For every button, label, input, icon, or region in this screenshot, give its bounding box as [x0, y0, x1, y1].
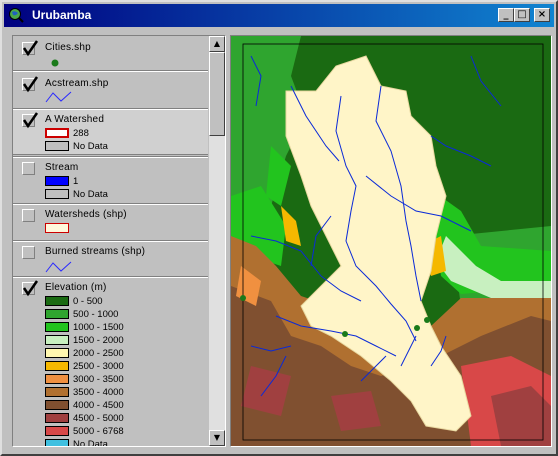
legend-label: 3500 - 4000 [73, 387, 124, 398]
scroll-down-button[interactable]: ▼ [209, 430, 225, 446]
legend-label: No Data [73, 141, 108, 152]
layer-name: Elevation (m) [45, 282, 107, 293]
layer-checkbox[interactable] [22, 280, 39, 297]
layer-stream[interactable]: Stream 1 No Data [13, 158, 208, 202]
scroll-thumb[interactable] [209, 52, 225, 136]
globe-icon [9, 8, 24, 23]
minimize-button[interactable]: _ [498, 8, 514, 22]
legend-swatch [45, 309, 69, 319]
legend-label: 4500 - 5000 [73, 413, 124, 424]
divider [13, 70, 208, 72]
legend-swatch [45, 413, 69, 423]
layer-burned-streams[interactable]: Burned streams (shp) [13, 242, 208, 276]
legend-list: Cities.shp Acstream.shp A Watershed 288 … [13, 36, 208, 446]
checkmark-icon [22, 40, 39, 57]
legend-swatch [45, 176, 69, 186]
legend-label: 2500 - 3000 [73, 361, 124, 372]
legend-label: 500 - 1000 [73, 309, 119, 320]
elevation-map[interactable] [231, 36, 551, 446]
layer-checkbox[interactable] [22, 246, 35, 259]
legend-label: No Data [73, 189, 108, 200]
legend-label: 3000 - 3500 [73, 374, 124, 385]
layer-a-watershed[interactable]: A Watershed 288 No Data [13, 109, 208, 155]
legend-label: 0 - 500 [73, 296, 103, 307]
legend-swatch [45, 400, 69, 410]
stream-line-icon [45, 261, 72, 273]
close-button[interactable]: × [534, 8, 550, 22]
toc-scrollbar[interactable]: ▲ ▼ [209, 36, 225, 446]
legend-swatch [45, 374, 69, 384]
layer-elevation[interactable]: Elevation (m) 0 - 500 500 - 1000 1000 - 15… [13, 278, 208, 447]
layer-name: Burned streams (shp) [45, 246, 146, 257]
legend-label: 5000 - 6768 [73, 426, 124, 437]
map-view[interactable] [230, 35, 552, 447]
legend-swatch [45, 141, 69, 151]
legend-swatch [45, 322, 69, 332]
legend-label: 2000 - 2500 [73, 348, 124, 359]
legend-label: 1 [73, 176, 79, 187]
layer-name: Stream [45, 162, 79, 173]
maximize-button[interactable]: □ [514, 8, 530, 22]
legend-swatch [45, 335, 69, 345]
legend-label: 4000 - 4500 [73, 400, 124, 411]
legend-swatch [45, 387, 69, 397]
scroll-up-button[interactable]: ▲ [209, 36, 225, 52]
polygon-symbol-icon [45, 223, 69, 233]
legend-label: 1000 - 1500 [73, 322, 124, 333]
layer-checkbox[interactable] [22, 162, 35, 175]
window-title: Urubamba [32, 8, 92, 22]
legend-swatch [45, 439, 69, 446]
city-marker [240, 295, 246, 301]
legend-swatch [45, 348, 69, 358]
legend-swatch [45, 189, 69, 199]
legend-swatch [45, 426, 69, 436]
city-marker [414, 325, 420, 331]
layer-checkbox[interactable] [22, 209, 35, 222]
layer-watersheds[interactable]: Watersheds (shp) [13, 205, 208, 239]
layer-acstream[interactable]: Acstream.shp [13, 74, 208, 108]
legend-swatch [45, 296, 69, 306]
checkmark-icon [22, 112, 39, 129]
city-marker [342, 331, 348, 337]
checkmark-icon [22, 280, 39, 297]
city-point-icon [51, 59, 59, 67]
layer-checkbox[interactable] [22, 112, 39, 129]
checkmark-icon [22, 76, 39, 93]
legend-swatch [45, 128, 69, 138]
city-marker [424, 317, 430, 323]
layer-checkbox[interactable] [22, 76, 39, 93]
title-bar[interactable]: Urubamba _ □ × [4, 4, 554, 27]
table-of-contents: Cities.shp Acstream.shp A Watershed 288 … [12, 35, 226, 447]
legend-label: No Data [73, 439, 108, 447]
layer-name: A Watershed [45, 114, 105, 125]
legend-label: 1500 - 2000 [73, 335, 124, 346]
legend-swatch [45, 361, 69, 371]
layer-name: Acstream.shp [45, 78, 109, 89]
layer-name: Cities.shp [45, 42, 91, 53]
stream-line-icon [45, 91, 72, 103]
app-window: Urubamba _ □ × Cities.shp Acstream.shp A… [0, 0, 558, 456]
layer-checkbox[interactable] [22, 40, 39, 57]
layer-name: Watersheds (shp) [45, 209, 127, 220]
legend-label: 288 [73, 128, 89, 139]
